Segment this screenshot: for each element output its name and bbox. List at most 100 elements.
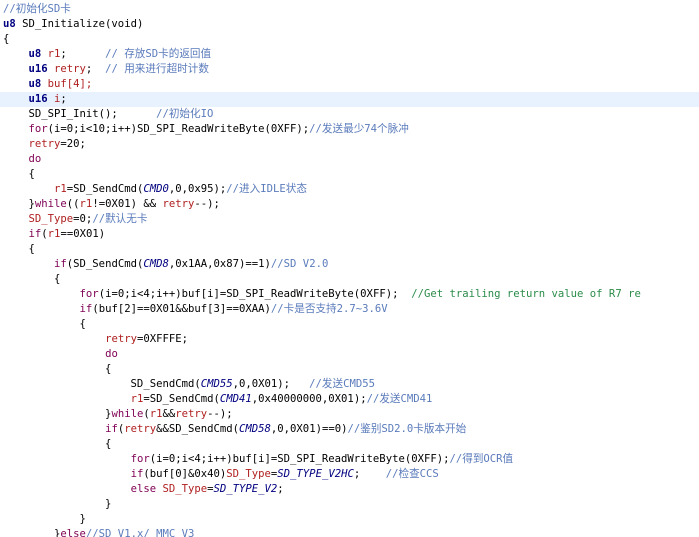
code-comment: //检查CCS: [385, 468, 439, 480]
code-line[interactable]: r1=SD_SendCmd(CMD0,0,0x95);//进入IDLE状态: [0, 182, 699, 197]
code-token: }: [3, 528, 61, 537]
code-token: ;: [277, 483, 284, 495]
code-comment: //Get trailing return value of R7 re: [411, 288, 641, 300]
code-token: u16: [28, 93, 55, 105]
code-comment: //初始化IO: [156, 108, 214, 120]
code-token: }: [3, 498, 112, 510]
code-comment: //默认无卡: [92, 213, 148, 225]
code-line[interactable]: for(i=0;i<4;i++)buf[i]=SD_SPI_ReadWriteB…: [0, 452, 699, 467]
code-comment: //SD V2.0: [270, 258, 329, 270]
code-token: do: [105, 348, 118, 360]
code-line[interactable]: if(SD_SendCmd(CMD8,0x1AA,0x87)==1)//SD V…: [0, 257, 699, 272]
code-comment: //发送最少74个脉冲: [309, 123, 409, 135]
code-line[interactable]: }else//SD V1.x/ MMC V3: [0, 527, 699, 537]
code-comment: // 用来进行超时计数: [105, 63, 209, 75]
code-line[interactable]: }while((r1!=0X01) && retry--);: [0, 197, 699, 212]
code-line[interactable]: if(buf[0]&0x40)SD_Type=SD_TYPE_V2HC; //检…: [0, 467, 699, 482]
code-token: CMD8: [143, 258, 169, 270]
code-token: else: [60, 528, 86, 537]
code-token: {: [3, 243, 35, 255]
code-token: =SD_SendCmd(: [66, 183, 144, 195]
code-token: SD_Type: [28, 213, 74, 225]
code-token: ,0,0X01);: [232, 378, 310, 390]
code-line[interactable]: u16 i;: [0, 92, 699, 107]
code-line[interactable]: {: [0, 167, 699, 182]
code-token: }: [3, 198, 35, 210]
code-token: u8: [28, 48, 48, 60]
code-line[interactable]: {: [0, 362, 699, 377]
code-token: if: [54, 258, 67, 270]
code-token: {: [3, 363, 112, 375]
code-line[interactable]: for(i=0;i<10;i++)SD_SPI_ReadWriteByte(0X…: [0, 122, 699, 137]
code-token: SD_Initialize(void): [22, 18, 144, 30]
code-token: for: [130, 453, 150, 465]
code-line[interactable]: u8 buf[4];: [0, 77, 699, 92]
code-token: --);: [194, 198, 220, 210]
code-token: (i=0;i<4;i++)buf[i]=SD_SPI_ReadWriteByte…: [98, 288, 412, 300]
code-token: while: [34, 198, 67, 210]
code-line[interactable]: {: [0, 242, 699, 257]
code-line[interactable]: }while(r1&&retry--);: [0, 407, 699, 422]
code-token: (i=0;i<10;i++)SD_SPI_ReadWriteByte(0XFF)…: [47, 123, 310, 135]
code-token: CMD41: [219, 393, 252, 405]
code-comment: //SD V1.x/ MMC V3: [85, 528, 195, 537]
code-token: --);: [207, 408, 233, 420]
code-line[interactable]: if(r1==0X01): [0, 227, 699, 242]
code-token: if: [79, 303, 93, 315]
code-token: CMD58: [239, 423, 271, 435]
code-token: r1: [47, 48, 61, 60]
code-token: ,0,0x95);: [168, 183, 227, 195]
code-token: ,0x40000000,0X01);: [251, 393, 367, 405]
code-line[interactable]: SD_SPI_Init(); //初始化IO: [0, 107, 699, 122]
code-line[interactable]: {: [0, 317, 699, 332]
code-token: (buf[2]==0X01&&buf[3]==0XAA): [92, 303, 271, 315]
code-line[interactable]: if(buf[2]==0X01&&buf[3]==0XAA)//卡是否支持2.7…: [0, 302, 699, 317]
code-line[interactable]: //初始化SD卡: [0, 2, 699, 17]
code-token: SD_Type: [162, 483, 208, 495]
code-line[interactable]: r1=SD_SendCmd(CMD41,0x40000000,0X01);//发…: [0, 392, 699, 407]
code-line[interactable]: }: [0, 512, 699, 527]
code-line[interactable]: u8 SD_Initialize(void): [0, 17, 699, 32]
code-comment: //发送CMD41: [366, 393, 433, 405]
code-line[interactable]: retry=0XFFFE;: [0, 332, 699, 347]
code-token: u8: [28, 78, 48, 90]
code-line[interactable]: SD_SendCmd(CMD55,0,0X01); //发送CMD55: [0, 377, 699, 392]
code-token: do: [28, 153, 42, 165]
code-line[interactable]: u16 retry; // 用来进行超时计数: [0, 62, 699, 77]
code-comment: //进入IDLE状态: [226, 183, 307, 195]
code-token: {: [3, 273, 61, 285]
code-line[interactable]: if(retry&&SD_SendCmd(CMD58,0,0X01)==0)//…: [0, 422, 699, 437]
code-token: {: [3, 318, 86, 330]
code-line[interactable]: {: [0, 437, 699, 452]
code-line[interactable]: }: [0, 497, 699, 512]
code-token: SD_Type: [226, 468, 271, 480]
code-line[interactable]: do: [0, 152, 699, 167]
code-line[interactable]: else SD_Type=SD_TYPE_V2;: [0, 482, 699, 497]
code-token: r1: [130, 393, 144, 405]
code-line[interactable]: SD_Type=0;//默认无卡: [0, 212, 699, 227]
code-line[interactable]: do: [0, 347, 699, 362]
code-token: !=0X01) &&: [92, 198, 163, 210]
code-token: ((: [66, 198, 80, 210]
code-line[interactable]: u8 r1; // 存放SD卡的返回值: [0, 47, 699, 62]
code-line[interactable]: {: [0, 32, 699, 47]
code-line[interactable]: retry=20;: [0, 137, 699, 152]
code-token: for: [28, 123, 48, 135]
code-token: =0;: [73, 213, 93, 225]
code-line[interactable]: {: [0, 272, 699, 287]
code-line[interactable]: for(i=0;i<4;i++)buf[i]=SD_SPI_ReadWriteB…: [0, 287, 699, 302]
code-token: if: [105, 423, 118, 435]
code-editor[interactable]: //初始化SD卡 u8 SD_Initialize(void){ u8 r1; /…: [0, 0, 699, 537]
